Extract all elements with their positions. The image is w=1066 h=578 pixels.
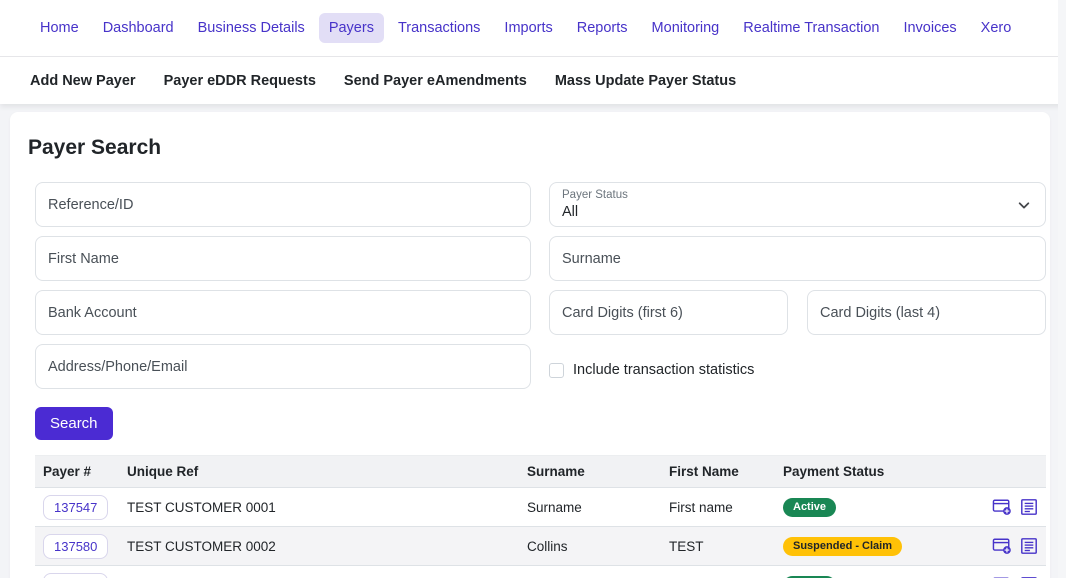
search-button[interactable]: Search <box>35 407 113 440</box>
nav-item-xero[interactable]: Xero <box>971 13 1022 43</box>
include-stats-row: Include transaction statistics <box>549 344 1046 389</box>
nav-item-invoices[interactable]: Invoices <box>893 13 966 43</box>
nav-item-transactions[interactable]: Transactions <box>388 13 490 43</box>
nav-item-dashboard[interactable]: Dashboard <box>93 13 184 43</box>
include-stats-label[interactable]: Include transaction statistics <box>573 362 754 378</box>
table-header-row: Payer # Unique Ref Surname First Name Pa… <box>35 456 1046 488</box>
surname-cell: Collins <box>519 527 661 566</box>
payer-status-select[interactable]: Payer Status All <box>549 182 1046 227</box>
surname-input[interactable] <box>549 236 1046 281</box>
payer-status-label: Payer Status <box>562 188 628 202</box>
subnav-payer-eddr-requests[interactable]: Payer eDDR Requests <box>164 73 316 89</box>
payer-sub-navigation: Add New Payer Payer eDDR Requests Send P… <box>0 57 1066 104</box>
unique-ref-cell: TEST CUSTOMER 0001 <box>119 488 519 527</box>
scrollbar-track[interactable] <box>1058 0 1066 578</box>
header-payment-status: Payment Status <box>775 456 921 488</box>
status-badge: Suspended - Claim <box>783 537 902 556</box>
unique-ref-cell: TEST CUSTOMER 0002 <box>119 527 519 566</box>
address-phone-email-input[interactable] <box>35 344 531 389</box>
nav-item-imports[interactable]: Imports <box>494 13 562 43</box>
subnav-mass-update-payer-status[interactable]: Mass Update Payer Status <box>555 73 736 89</box>
header-actions <box>921 456 1046 488</box>
bank-account-input[interactable] <box>35 290 531 335</box>
nav-item-business-details[interactable]: Business Details <box>188 13 315 43</box>
surname-cell: Surname <box>519 488 661 527</box>
table-row: 137580 TEST CUSTOMER 0002 Collins TEST S… <box>35 527 1046 566</box>
payer-id-link[interactable]: 137595 <box>43 573 108 578</box>
first-name-input[interactable] <box>35 236 531 281</box>
status-badge: Active <box>783 498 836 517</box>
surname-cell: Surname <box>519 566 661 578</box>
row-actions <box>929 498 1038 516</box>
reference-id-input[interactable] <box>35 182 531 227</box>
first-name-cell: Test <box>661 566 775 578</box>
table-row: 137595 TEST Unique Reference 003 Surname… <box>35 566 1046 578</box>
payer-id-link[interactable]: 137547 <box>43 495 108 520</box>
card-digits-first6-input[interactable] <box>549 290 788 335</box>
card-add-icon[interactable] <box>992 498 1012 516</box>
nav-item-monitoring[interactable]: Monitoring <box>642 13 730 43</box>
header-surname: Surname <box>519 456 661 488</box>
nav-item-realtime-transaction[interactable]: Realtime Transaction <box>733 13 889 43</box>
first-name-cell: First name <box>661 488 775 527</box>
header-first-name: First Name <box>661 456 775 488</box>
payer-id-link[interactable]: 137580 <box>43 534 108 559</box>
first-name-cell: TEST <box>661 527 775 566</box>
subnav-send-payer-eamendments[interactable]: Send Payer eAmendments <box>344 73 527 89</box>
unique-ref-cell: TEST Unique Reference 003 <box>119 566 519 578</box>
header-payer-number: Payer # <box>35 456 119 488</box>
include-stats-checkbox[interactable] <box>549 363 564 378</box>
nav-item-home[interactable]: Home <box>30 13 89 43</box>
card-digits-last4-input[interactable] <box>807 290 1046 335</box>
top-navigation: Home Dashboard Business Details Payers T… <box>0 0 1066 57</box>
subnav-add-new-payer[interactable]: Add New Payer <box>30 73 136 89</box>
payer-search-form: Payer Status All Include transaction sta… <box>35 182 1036 389</box>
payer-status-select-text: Payer Status All <box>562 188 628 221</box>
payer-results-table: Payer # Unique Ref Surname First Name Pa… <box>35 455 1046 578</box>
nav-item-payers[interactable]: Payers <box>319 13 384 43</box>
table-row: 137547 TEST CUSTOMER 0001 Surname First … <box>35 488 1046 527</box>
card-digits-row <box>549 290 1046 335</box>
row-actions <box>929 537 1038 555</box>
card-add-icon[interactable] <box>992 537 1012 555</box>
payer-status-value: All <box>562 203 628 221</box>
chevron-down-icon <box>1017 198 1031 212</box>
details-list-icon[interactable] <box>1020 498 1038 516</box>
payer-search-card: Payer Search Payer Status All Include tr… <box>10 112 1050 578</box>
header-unique-ref: Unique Ref <box>119 456 519 488</box>
page-title: Payer Search <box>28 136 1036 160</box>
details-list-icon[interactable] <box>1020 537 1038 555</box>
nav-item-reports[interactable]: Reports <box>567 13 638 43</box>
